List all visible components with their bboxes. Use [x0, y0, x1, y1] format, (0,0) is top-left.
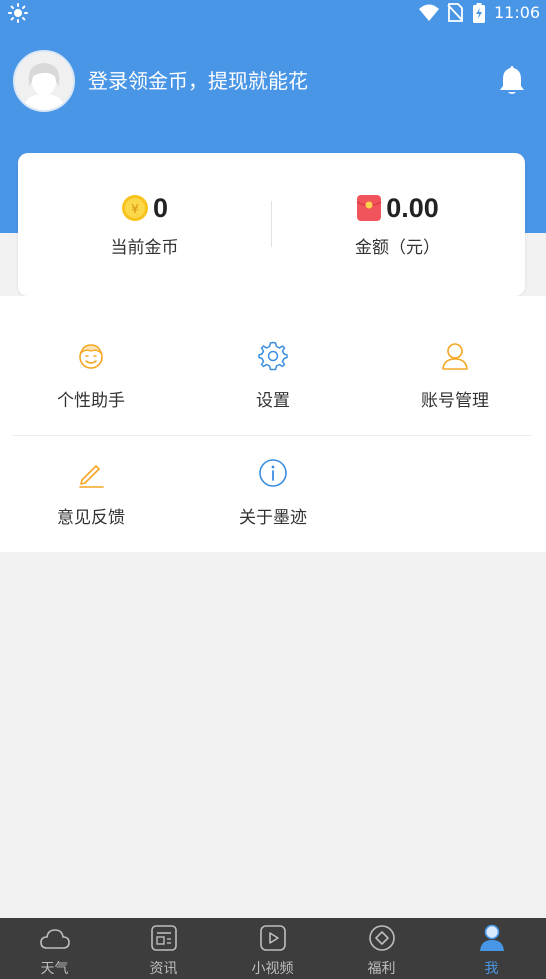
- menu-divider: [12, 435, 532, 436]
- red-packet-icon: [356, 195, 382, 221]
- status-bar: 11:06: [0, 0, 546, 26]
- play-icon: [260, 925, 286, 951]
- wifi-icon: [419, 4, 439, 21]
- tab-news[interactable]: 资讯: [109, 918, 218, 979]
- user-icon: [442, 343, 468, 370]
- diamond-circle-icon: [369, 925, 395, 951]
- menu-item-label: 意见反馈: [57, 508, 125, 528]
- menu-panel: 个性助手 设置 账号管理 意见反馈 关于墨迹: [0, 296, 546, 552]
- tab-label: 小视频: [251, 961, 294, 977]
- wallet-card: ¥ 0 当前金币 0.00 金额（元）: [18, 153, 525, 296]
- amount-section[interactable]: 0.00 金额（元）: [271, 153, 524, 296]
- avatar[interactable]: [13, 50, 75, 112]
- coins-label: 当前金币: [110, 238, 179, 258]
- menu-item-label: 账号管理: [421, 391, 489, 411]
- tab-label: 我: [484, 961, 499, 977]
- gear-icon: [258, 341, 288, 371]
- coin-icon: ¥: [121, 195, 148, 221]
- tab-weather[interactable]: 天气: [0, 918, 109, 979]
- menu-item-label: 设置: [256, 391, 290, 411]
- default-avatar-icon: [15, 52, 73, 110]
- assistant-face-icon: [79, 344, 103, 369]
- tab-me[interactable]: 我: [437, 918, 546, 979]
- menu-row: 个性助手 设置 账号管理: [0, 326, 546, 446]
- news-icon: [151, 925, 177, 951]
- pencil-icon: [79, 465, 104, 488]
- battery-charging-icon: [473, 3, 485, 23]
- menu-item-label: 个性助手: [57, 391, 125, 411]
- profile-row[interactable]: 登录领金币，提现就能花: [13, 50, 533, 112]
- menu-item-about[interactable]: 关于墨迹: [182, 443, 364, 543]
- info-icon: [259, 459, 287, 487]
- menu-row: 意见反馈 关于墨迹: [0, 443, 546, 563]
- amount-label: 金额（元）: [355, 238, 440, 258]
- amount-value: 0.00: [386, 192, 439, 223]
- coins-section[interactable]: ¥ 0 当前金币: [18, 153, 271, 296]
- tab-label: 福利: [367, 961, 396, 977]
- cloud-icon: [40, 929, 70, 949]
- login-prompt[interactable]: 登录领金币，提现就能花: [88, 67, 308, 95]
- menu-item-label: 关于墨迹: [239, 508, 307, 528]
- menu-item-settings[interactable]: 设置: [182, 326, 364, 426]
- tab-welfare[interactable]: 福利: [327, 918, 436, 979]
- user-filled-icon: [480, 924, 504, 951]
- bell-icon[interactable]: [498, 64, 526, 96]
- no-sim-icon: [447, 3, 463, 22]
- menu-item-personal-assistant[interactable]: 个性助手: [0, 326, 182, 426]
- menu-item-account-management[interactable]: 账号管理: [364, 326, 546, 426]
- status-time: 11:06: [494, 3, 541, 22]
- tab-label: 天气: [40, 961, 69, 977]
- tab-short-video[interactable]: 小视频: [218, 918, 327, 979]
- tab-label: 资讯: [149, 961, 178, 977]
- coins-value: 0: [152, 192, 169, 223]
- svg-text:¥: ¥: [131, 202, 139, 216]
- menu-item-feedback[interactable]: 意见反馈: [0, 443, 182, 543]
- brightness-icon: [8, 3, 28, 23]
- bottom-tab-bar: 天气 资讯 小视频 福利 我: [0, 918, 546, 979]
